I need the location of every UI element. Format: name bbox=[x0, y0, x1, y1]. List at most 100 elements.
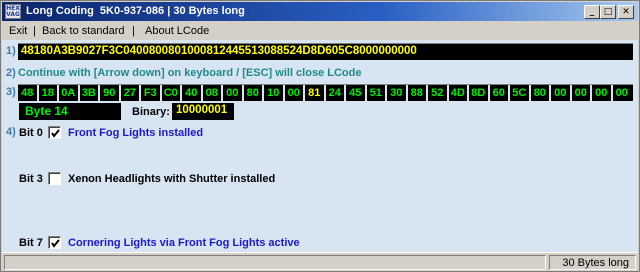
bit-label: Bit 0 bbox=[19, 127, 43, 139]
byte-cell[interactable]: 24 bbox=[326, 86, 345, 100]
byte-divider bbox=[385, 85, 387, 101]
byte-divider bbox=[364, 85, 367, 101]
byte-cell[interactable]: 60 bbox=[490, 86, 509, 100]
byte-cell[interactable]: 5C bbox=[510, 86, 529, 100]
checkmark-icon bbox=[51, 129, 60, 138]
title-bar[interactable]: HEX VAG Long Coding 5K0-937-086 | 30 Byt… bbox=[2, 2, 638, 21]
window-title: Long Coding 5K0-937-086 | 30 Bytes long bbox=[26, 5, 245, 17]
byte-selector-row: 48 18 0A 3B 90 27 F3 C0 40 08 00 80 10 00 81 24 45 51 30 88… bbox=[18, 84, 633, 101]
byte-cell[interactable]: 88 bbox=[408, 86, 427, 100]
byte-divider bbox=[180, 85, 182, 101]
step-number: 4) bbox=[6, 126, 16, 138]
menu-separator: | bbox=[33, 25, 36, 37]
byte-cell[interactable]: 00 bbox=[285, 86, 304, 100]
byte-divider bbox=[221, 85, 223, 101]
menu-back-to-standard[interactable]: Back to standard bbox=[42, 25, 125, 37]
byte-label-box: Byte 14 bbox=[19, 103, 121, 120]
instruction-text: Continue with [Arrow down] on keyboard /… bbox=[18, 67, 362, 79]
byte-cell[interactable]: 00 bbox=[223, 86, 242, 100]
binary-caption: Binary: bbox=[132, 106, 170, 118]
status-text-right: 30 Bytes long bbox=[562, 257, 629, 269]
bit-description[interactable]: Cornering Lights via Front Fog Lights ac… bbox=[68, 237, 300, 249]
byte-cell[interactable]: 40 bbox=[182, 86, 201, 100]
byte-divider bbox=[344, 85, 346, 101]
step-number: 2) bbox=[6, 67, 16, 79]
byte-divider bbox=[610, 85, 613, 101]
byte-cell[interactable]: 3B bbox=[80, 86, 99, 100]
byte-cell[interactable]: 45 bbox=[346, 86, 365, 100]
byte-cell[interactable]: 80 bbox=[244, 86, 263, 100]
byte-divider bbox=[303, 85, 305, 101]
bit-0-checkbox[interactable] bbox=[48, 126, 61, 139]
step-number: 3) bbox=[6, 86, 16, 98]
bit-description[interactable]: Xenon Headlights with Shutter installed bbox=[68, 173, 275, 185]
byte-divider bbox=[528, 85, 531, 101]
lcode-window: HEX VAG Long Coding 5K0-937-086 | 30 Byt… bbox=[0, 0, 640, 272]
byte-cell[interactable]: 00 bbox=[592, 86, 611, 100]
byte-cell[interactable]: 90 bbox=[100, 86, 119, 100]
menu-bar: Exit | Back to standard | About LCode bbox=[2, 22, 638, 40]
byte-divider bbox=[36, 85, 39, 101]
status-bar: 30 Bytes long bbox=[2, 252, 638, 271]
byte-divider bbox=[590, 85, 592, 101]
main-panel: 1) 48180A3B9027F3C0400800801000812445513… bbox=[2, 40, 638, 252]
byte-divider bbox=[241, 85, 244, 101]
byte-cell[interactable]: 48 bbox=[18, 86, 37, 100]
byte-divider bbox=[467, 85, 469, 101]
bit-description[interactable]: Front Fog Lights installed bbox=[68, 127, 203, 139]
byte-divider bbox=[139, 85, 141, 101]
bit-label: Bit 7 bbox=[19, 237, 43, 249]
byte-divider bbox=[77, 85, 80, 101]
coding-field[interactable]: 48180A3B9027F3C0400800801000812445513088… bbox=[18, 43, 633, 60]
close-button[interactable]: ✕ bbox=[618, 5, 634, 19]
byte-divider bbox=[323, 85, 326, 101]
byte-divider bbox=[426, 85, 428, 101]
maximize-button[interactable]: □ bbox=[600, 5, 616, 19]
step-number: 1) bbox=[6, 45, 16, 57]
coding-value: 48180A3B9027F3C0400800801000812445513088… bbox=[21, 45, 417, 57]
menu-about-lcode[interactable]: About LCode bbox=[145, 25, 209, 37]
byte-divider bbox=[98, 85, 100, 101]
byte-divider bbox=[549, 85, 551, 101]
byte-cell[interactable]: 00 bbox=[572, 86, 591, 100]
byte-cell[interactable]: 30 bbox=[387, 86, 406, 100]
status-panel bbox=[4, 255, 546, 270]
byte-divider bbox=[487, 85, 490, 101]
byte-divider bbox=[159, 85, 162, 101]
byte-cell[interactable]: 00 bbox=[551, 86, 570, 100]
byte-cell[interactable]: 0A bbox=[59, 86, 78, 100]
byte-cell[interactable]: 08 bbox=[203, 86, 222, 100]
byte-cell[interactable]: 51 bbox=[367, 86, 386, 100]
byte-divider bbox=[118, 85, 121, 101]
byte-cell[interactable]: C0 bbox=[162, 86, 181, 100]
binary-value: 10000001 bbox=[176, 104, 228, 116]
byte-divider bbox=[262, 85, 264, 101]
byte-divider bbox=[405, 85, 408, 101]
byte-label: Byte 14 bbox=[25, 104, 68, 118]
bit-label: Bit 3 bbox=[19, 173, 43, 185]
menu-separator: | bbox=[132, 25, 135, 37]
byte-cell[interactable]: 27 bbox=[121, 86, 140, 100]
byte-cell[interactable]: 10 bbox=[264, 86, 283, 100]
byte-divider bbox=[282, 85, 285, 101]
byte-cell[interactable]: 18 bbox=[39, 86, 58, 100]
byte-cell[interactable]: F3 bbox=[141, 86, 160, 100]
byte-divider bbox=[569, 85, 572, 101]
byte-cell[interactable]: 00 bbox=[613, 86, 632, 100]
byte-cell[interactable]: 52 bbox=[428, 86, 447, 100]
byte-divider bbox=[200, 85, 203, 101]
checkmark-icon bbox=[51, 239, 60, 248]
minimize-button[interactable]: _ bbox=[584, 5, 600, 19]
byte-divider bbox=[446, 85, 449, 101]
byte-divider bbox=[57, 85, 59, 101]
app-icon: HEX VAG bbox=[5, 4, 21, 19]
menu-exit[interactable]: Exit bbox=[9, 25, 27, 37]
byte-divider bbox=[508, 85, 510, 101]
byte-cell[interactable]: 4D bbox=[449, 86, 468, 100]
byte-cell[interactable]: 8D bbox=[469, 86, 488, 100]
byte-cell[interactable]: 80 bbox=[531, 86, 550, 100]
bit-3-checkbox[interactable] bbox=[48, 172, 61, 185]
status-panel: 30 Bytes long bbox=[549, 255, 636, 270]
byte-cell[interactable]: 81 bbox=[305, 86, 324, 100]
bit-7-checkbox[interactable] bbox=[48, 236, 61, 249]
